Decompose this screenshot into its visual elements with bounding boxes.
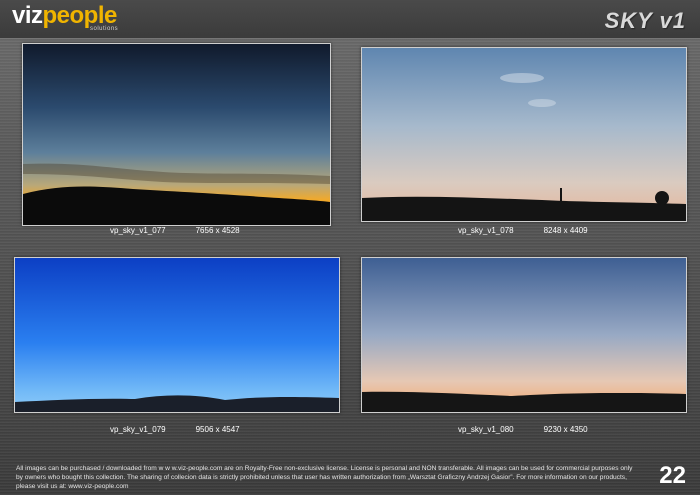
sky-image-080 bbox=[361, 257, 687, 413]
page-number: 22 bbox=[659, 462, 686, 489]
logo-viz: viz bbox=[12, 2, 43, 29]
image-name: vp_sky_v1_079 bbox=[110, 425, 166, 434]
image-dimensions: 9506 x 4547 bbox=[195, 425, 240, 434]
vizpeople-logo: vizpeople solutions bbox=[12, 2, 119, 36]
collection-title: SKY v1 bbox=[604, 8, 686, 33]
image-caption-079: vp_sky_v1_079 9506 x 4547 bbox=[110, 425, 240, 434]
image-dimensions: 8248 x 4409 bbox=[543, 226, 588, 235]
sky-image-078 bbox=[361, 47, 687, 222]
image-name: vp_sky_v1_078 bbox=[458, 226, 514, 235]
image-caption-077: vp_sky_v1_077 7656 x 4528 bbox=[110, 226, 240, 235]
header-bar: vizpeople solutions SKY v1 bbox=[0, 0, 700, 39]
license-text: All images can be purchased / downloaded… bbox=[16, 465, 633, 490]
sky-image-077 bbox=[22, 43, 331, 226]
logo-subtitle: solutions bbox=[90, 26, 119, 32]
image-caption-078: vp_sky_v1_078 8248 x 4409 bbox=[458, 226, 588, 235]
image-name: vp_sky_v1_077 bbox=[110, 226, 166, 235]
image-caption-080: vp_sky_v1_080 9230 x 4350 bbox=[458, 425, 588, 434]
image-dimensions: 7656 x 4528 bbox=[195, 226, 240, 235]
image-dimensions: 9230 x 4350 bbox=[543, 425, 588, 434]
sky-image-079 bbox=[14, 257, 340, 413]
logo-people: people bbox=[42, 2, 118, 29]
image-name: vp_sky_v1_080 bbox=[458, 425, 514, 434]
